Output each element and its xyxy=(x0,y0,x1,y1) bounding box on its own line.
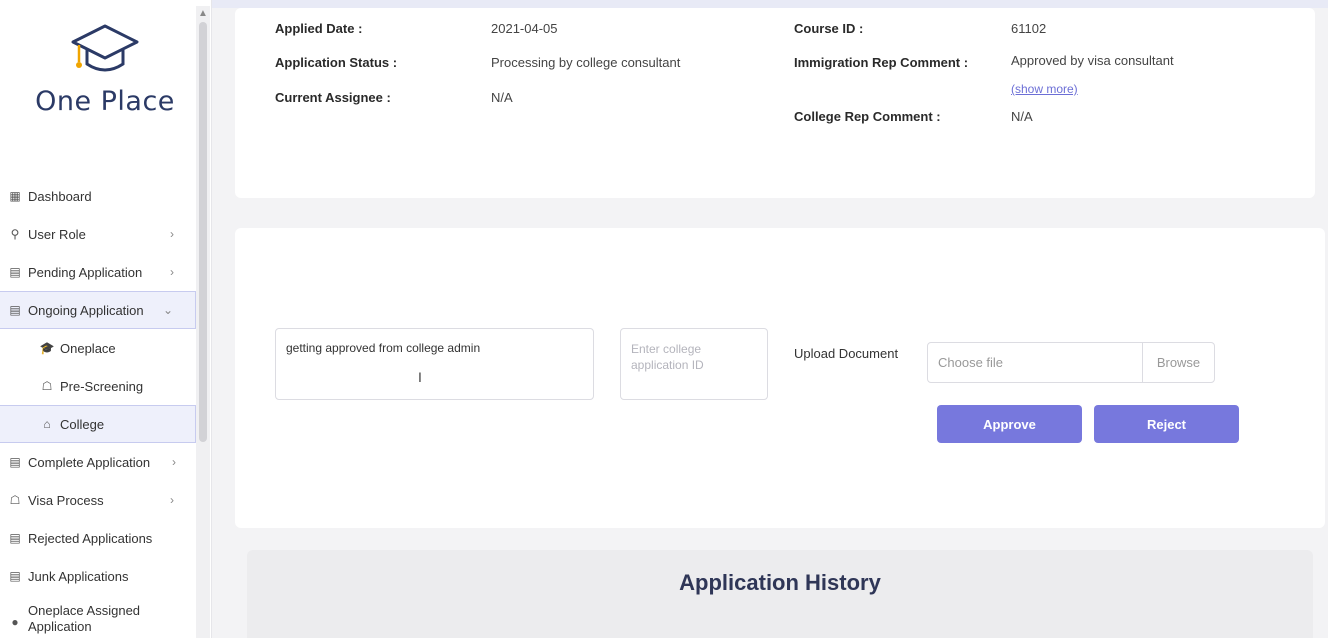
chevron-right-icon: › xyxy=(170,227,174,241)
text-cursor-icon: I xyxy=(418,369,422,385)
browse-button[interactable]: Browse xyxy=(1142,343,1214,382)
application-details-card xyxy=(235,8,1315,198)
sidebar-item-pending-application[interactable]: ▤ Pending Application › xyxy=(0,253,196,291)
application-status-value: Processing by college consultant xyxy=(491,55,681,70)
sidebar-item-label: Visa Process xyxy=(28,492,104,508)
users-icon: ⚲ xyxy=(10,227,20,241)
document-icon: ▤ xyxy=(9,531,21,545)
sidebar-item-ongoing-application[interactable]: ▤ Ongoing Application ⌄ xyxy=(0,291,196,329)
comment-value: getting approved from college admin xyxy=(286,341,481,355)
sidebar-item-label: Oneplace xyxy=(60,340,116,356)
sidebar-item-label: College xyxy=(60,416,105,432)
application-status-label: Application Status : xyxy=(275,55,398,70)
document-icon: ▤ xyxy=(9,569,21,583)
passenger-icon: ☖ xyxy=(41,379,53,393)
course-id-value: 61102 xyxy=(1011,21,1047,36)
course-id-label: Course ID : xyxy=(794,21,864,36)
current-assignee-value: N/A xyxy=(491,90,513,105)
sidebar-item-college[interactable]: ⌂ College xyxy=(0,405,196,443)
sidebar-item-dashboard[interactable]: ▦ Dashboard xyxy=(0,177,196,215)
file-input-placeholder: Choose file xyxy=(938,355,1004,370)
comment-textarea[interactable]: getting approved from college admin I xyxy=(275,328,594,400)
immigration-rep-comment-label: Immigration Rep Comment : xyxy=(794,55,969,70)
sidebar-item-visa-process[interactable]: ☖ Visa Process › xyxy=(0,481,196,519)
sidebar-item-label: Complete Application xyxy=(28,454,151,470)
college-application-id-input[interactable]: Enter college application ID xyxy=(620,328,768,400)
approve-button[interactable]: Approve xyxy=(937,405,1082,443)
reject-button[interactable]: Reject xyxy=(1094,405,1239,443)
sidebar-scrollbar[interactable]: ▲ xyxy=(196,6,210,638)
college-rep-comment-label: College Rep Comment : xyxy=(794,109,941,124)
sidebar-item-junk-applications[interactable]: ▤ Junk Applications xyxy=(0,557,196,595)
applied-date-value: 2021-04-05 xyxy=(491,21,558,36)
sidebar-item-label: Pending Application xyxy=(28,264,143,280)
sidebar-item-label: Dashboard xyxy=(28,188,92,204)
applied-date-label: Applied Date : xyxy=(275,21,363,36)
sidebar-item-complete-application[interactable]: ▤ Complete Application › xyxy=(0,443,196,481)
chevron-down-icon: ⌄ xyxy=(162,303,173,317)
chevron-right-icon: › xyxy=(170,493,174,507)
document-icon: ▤ xyxy=(9,303,21,317)
sidebar-item-oneplace[interactable]: 🎓 Oneplace xyxy=(0,329,196,367)
show-more-link[interactable]: (show more) xyxy=(1011,82,1078,96)
current-assignee-label: Current Assignee : xyxy=(275,90,391,105)
sidebar-item-label: Junk Applications xyxy=(28,568,129,584)
graduation-cap-icon xyxy=(71,24,139,72)
sidebar-item-label: User Role xyxy=(28,226,86,242)
sidebar-item-label: Oneplace Assigned Application xyxy=(28,603,141,634)
sidebar-item-rejected-applications[interactable]: ▤ Rejected Applications xyxy=(0,519,196,557)
sidebar-item-label: Rejected Applications xyxy=(28,530,153,546)
document-icon: ▤ xyxy=(9,265,21,279)
scrollbar-thumb[interactable] xyxy=(199,22,207,442)
scroll-up-icon[interactable]: ▲ xyxy=(198,8,208,19)
sidebar-item-oneplace-assigned[interactable]: ● Oneplace Assigned Application xyxy=(0,595,196,638)
file-input[interactable]: Choose file Browse xyxy=(927,342,1215,383)
immigration-rep-comment-value: Approved by visa consultant xyxy=(1011,53,1174,68)
chevron-right-icon: › xyxy=(170,265,174,279)
college-application-id-placeholder: Enter college application ID xyxy=(631,342,704,372)
sidebar-item-label: Pre-Screening xyxy=(60,378,144,394)
passenger-icon: ☖ xyxy=(9,493,21,507)
brand-logo[interactable]: One Place xyxy=(20,20,190,130)
chevron-right-icon: › xyxy=(172,455,176,469)
brand-name: One Place xyxy=(35,86,175,117)
bank-icon: ⌂ xyxy=(43,417,51,431)
application-history-card: Application History xyxy=(247,550,1313,638)
sidebar-item-user-role[interactable]: ⚲ User Role › xyxy=(0,215,196,253)
sidebar-nav: ▦ Dashboard ⚲ User Role › ▤ Pending Appl… xyxy=(0,177,196,638)
document-icon: ▤ xyxy=(9,455,21,469)
sidebar: One Place ▦ Dashboard ⚲ User Role › ▤ Pe… xyxy=(0,0,212,638)
application-history-title: Application History xyxy=(679,570,881,595)
dashboard-icon: ▦ xyxy=(9,189,21,203)
graduation-cap-icon: 🎓 xyxy=(39,341,55,355)
sidebar-item-pre-screening[interactable]: ☖ Pre-Screening xyxy=(0,367,196,405)
upload-document-label: Upload Document xyxy=(794,346,899,361)
dot-icon: ● xyxy=(11,615,19,629)
college-rep-comment-value: N/A xyxy=(1011,109,1033,124)
sidebar-item-label: Ongoing Application xyxy=(28,302,144,318)
